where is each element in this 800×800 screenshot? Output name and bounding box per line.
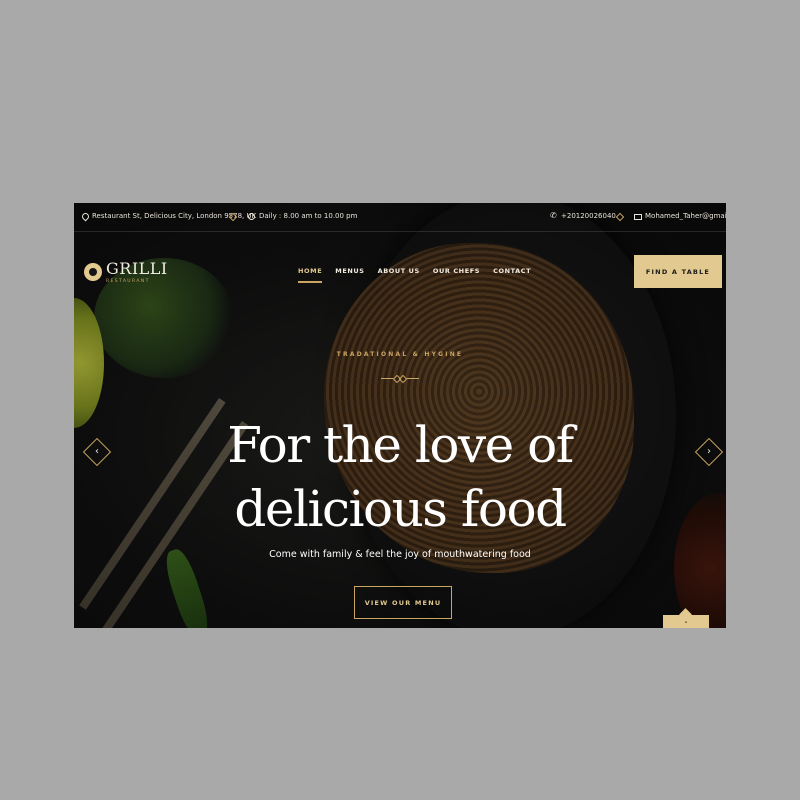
chevron-right-icon: › (707, 446, 711, 457)
logo-icon (84, 262, 102, 281)
hero-title-line-1: For the love of (227, 416, 574, 474)
website-viewport: Restaurant St, Delicious City, London 95… (74, 203, 726, 628)
mail-icon (634, 213, 642, 220)
nav-home[interactable]: HOME (298, 267, 323, 283)
top-info-bar: Restaurant St, Delicious City, London 95… (74, 203, 726, 232)
separator-diamond-icon (615, 212, 625, 222)
scroll-up-icon: ˄ (684, 621, 688, 628)
phone-text[interactable]: +20120026040 (561, 212, 616, 220)
hero-title: For the love of delicious food (74, 413, 726, 541)
email-text[interactable]: Mohamed_Taher@gmail.com (645, 212, 726, 220)
main-nav: HOME MENUS ABOUT US OUR CHEFS CONTACT (298, 267, 531, 283)
logo-name: GRILLI (106, 259, 168, 278)
nav-menus[interactable]: MENUS (335, 267, 364, 283)
chevron-left-icon: ‹ (95, 446, 99, 457)
hero-subtitle: Come with family & feel the joy of mouth… (269, 549, 531, 560)
phone-icon (550, 211, 557, 220)
location-pin-icon (81, 213, 88, 220)
site-logo[interactable]: GRILLI RESTAURANT (84, 259, 168, 284)
logo-tagline: RESTAURANT (106, 279, 150, 284)
hero-title-line-2: delicious food (234, 480, 567, 538)
clock-icon (248, 212, 255, 220)
hero-kicker: TRADATIONAL & HYGINE (336, 351, 464, 358)
nav-our-chefs[interactable]: OUR CHEFS (433, 267, 480, 283)
nav-about-us[interactable]: ABOUT US (378, 267, 420, 283)
email-info[interactable]: Mohamed_Taher@gmail.com (634, 212, 726, 220)
scroll-up-button[interactable]: ˄ (663, 615, 709, 628)
find-a-table-button[interactable]: FIND A TABLE (634, 255, 722, 288)
nav-contact[interactable]: CONTACT (493, 267, 531, 283)
hours-info: Daily : 8.00 am to 10.00 pm (248, 212, 357, 220)
ornament-divider-icon (381, 374, 419, 384)
phone-info[interactable]: +20120026040 (550, 211, 616, 221)
hours-text: Daily : 8.00 am to 10.00 pm (259, 212, 358, 220)
view-our-menu-button[interactable]: VIEW OUR MENU (354, 586, 452, 619)
